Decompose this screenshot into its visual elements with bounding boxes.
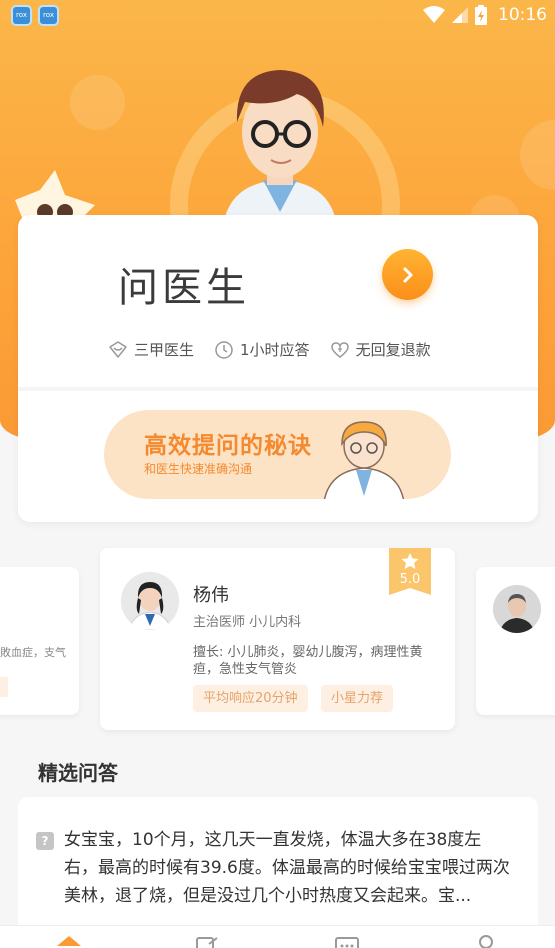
doctor-card[interactable]: 杨伟 主治医师 小儿内科 擅长: 小儿肺炎，婴幼儿腹泻，病理性黄疸，急性支气管炎… — [100, 548, 455, 730]
decor-bubble — [70, 75, 125, 130]
doctor-specialty-snippet: 敗血症，支气 — [0, 646, 66, 659]
feature-item: 1小时应答 — [214, 339, 310, 360]
banner-subtitle: 和医生快速准确沟通 — [144, 462, 253, 476]
feature-list: 三甲医生 1小时应答 无回复退款 — [108, 339, 431, 360]
banner-title: 高效提问的秘诀 — [144, 433, 312, 459]
divider — [18, 387, 538, 391]
tag — [0, 677, 8, 697]
doctor-specialty: 擅长: 小儿肺炎，婴幼儿腹泻，病理性黄疸，急性支气管炎 — [193, 645, 423, 677]
rating-value: 5.0 — [399, 572, 421, 587]
ask-doctor-card[interactable]: 问医生 三甲医生 1小时应答 无回复退款 高效提问的秘诀 和医生快速准确沟通 — [18, 215, 538, 522]
feature-item: 无回复退款 — [330, 339, 431, 360]
avatar — [493, 585, 541, 633]
bottom-tab-bar — [0, 925, 555, 948]
decor-bubble — [520, 120, 555, 190]
response-time-tag: 平均响应20分钟 — [193, 685, 308, 712]
signal-icon — [452, 7, 468, 23]
home-icon[interactable] — [56, 934, 82, 948]
page-title: 问医生 — [118, 265, 250, 311]
feature-label: 1小时应答 — [240, 341, 310, 359]
question-tips-banner[interactable]: 高效提问的秘诀 和医生快速准确沟通 — [104, 410, 451, 499]
clock-text: 10:16 — [498, 5, 547, 25]
feature-label: 三甲医生 — [134, 341, 195, 359]
doctor-card-next[interactable] — [476, 567, 555, 715]
question-icon: ? — [36, 832, 54, 850]
app-notification-icon: rox — [38, 5, 59, 26]
doctor-card-prev[interactable]: 敗血症，支气 — [0, 567, 79, 715]
doctor-title: 主治医师 小儿内科 — [193, 615, 302, 630]
shield-heart-icon — [109, 340, 127, 358]
chevron-right-icon — [403, 267, 412, 282]
feature-label: 无回复退款 — [355, 341, 431, 359]
qa-card[interactable]: ? 女宝宝，10个月，这几天一直发烧，体温大多在38度左右，最高的时候有39.6… — [18, 797, 538, 937]
doctor-illustration — [225, 70, 335, 217]
consult-icon[interactable] — [195, 934, 221, 948]
feature-item: 三甲医生 — [108, 339, 194, 360]
battery-charging-icon — [475, 5, 487, 25]
recommend-tag: 小星力荐 — [321, 685, 394, 712]
avatar — [121, 572, 179, 630]
ask-doctor-button[interactable] — [382, 249, 433, 300]
app-notification-icon: rox — [11, 5, 32, 26]
section-title: 精选问答 — [38, 761, 118, 785]
doctor-name: 杨伟 — [193, 585, 229, 606]
refund-icon — [330, 341, 349, 358]
profile-icon[interactable] — [473, 934, 499, 948]
question-text: 女宝宝，10个月，这几天一直发烧，体温大多在38度左右，最高的时候有39.6度。… — [64, 830, 510, 906]
message-icon[interactable] — [334, 934, 360, 948]
clock-icon — [215, 340, 233, 359]
doctor-cartoon-icon — [323, 421, 405, 499]
wifi-icon — [423, 6, 445, 23]
status-bar: rox rox 10:16 — [0, 0, 555, 32]
